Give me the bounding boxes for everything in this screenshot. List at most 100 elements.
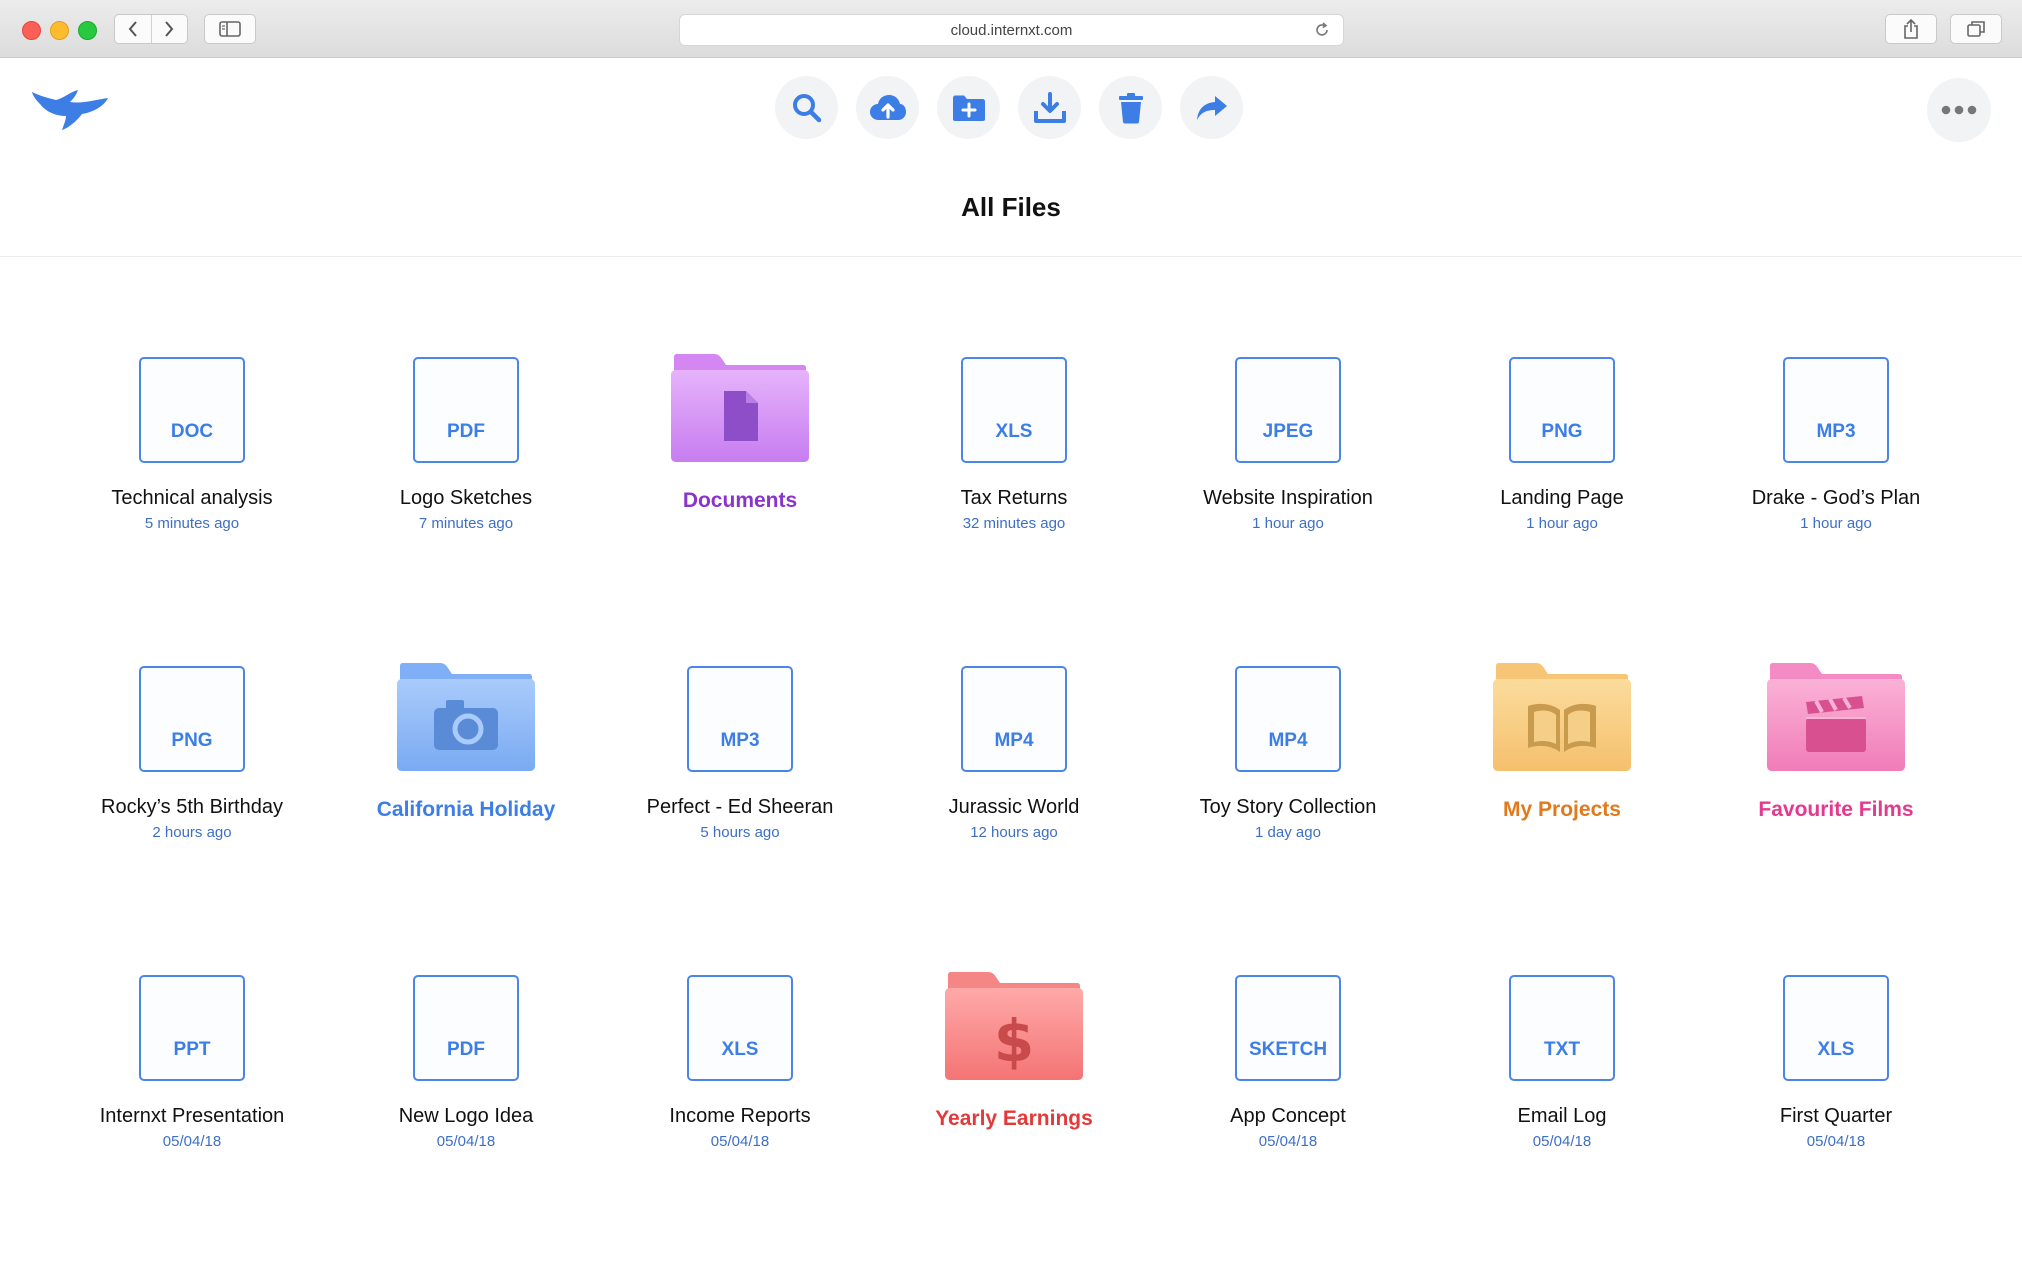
file-name: Tax Returns bbox=[960, 487, 1068, 509]
file-item[interactable]: PNG Rocky’s 5th Birthday 2 hours ago bbox=[55, 654, 329, 963]
file-item[interactable]: XLS Income Reports 05/04/18 bbox=[603, 963, 877, 1272]
item-icon-area bbox=[640, 345, 840, 463]
file-modified-time: 32 minutes ago bbox=[962, 515, 1066, 532]
file-extension: MP3 bbox=[1816, 421, 1856, 442]
file-name: Technical analysis bbox=[111, 487, 273, 509]
folder-icon bbox=[1492, 662, 1632, 772]
file-icon: PNG bbox=[1509, 357, 1615, 463]
file-item[interactable]: MP3 Drake - God’s Plan 1 hour ago bbox=[1699, 345, 1973, 654]
file-item[interactable]: MP4 Toy Story Collection 1 day ago bbox=[1151, 654, 1425, 963]
file-icon: XLS bbox=[687, 975, 793, 1081]
search-button[interactable] bbox=[775, 76, 838, 139]
dollar-icon: $ bbox=[994, 1007, 1034, 1075]
file-item[interactable]: PDF Logo Sketches 7 minutes ago bbox=[329, 345, 603, 654]
browser-share-button[interactable] bbox=[1885, 14, 1937, 44]
new-folder-button[interactable] bbox=[937, 76, 1000, 139]
folder-item[interactable]: My Projects bbox=[1425, 654, 1699, 963]
file-item[interactable]: PDF New Logo Idea 05/04/18 bbox=[329, 963, 603, 1272]
sidebar-icon bbox=[219, 21, 241, 37]
item-icon-area: PDF bbox=[366, 963, 566, 1081]
file-modified-time: 5 hours ago bbox=[700, 824, 780, 841]
file-modified-time: 05/04/18 bbox=[710, 1133, 770, 1150]
file-icon: MP3 bbox=[1783, 357, 1889, 463]
item-icon-area: PNG bbox=[92, 654, 292, 772]
sidebar-toggle-button[interactable] bbox=[204, 14, 256, 44]
file-name: Rocky’s 5th Birthday bbox=[101, 796, 283, 818]
file-item[interactable]: MP4 Jurassic World 12 hours ago bbox=[877, 654, 1151, 963]
file-name: Internxt Presentation bbox=[99, 1105, 285, 1127]
back-button[interactable] bbox=[115, 15, 151, 43]
item-icon-area: PNG bbox=[1462, 345, 1662, 463]
file-extension: MP3 bbox=[720, 730, 760, 751]
bird-logo-icon bbox=[32, 90, 108, 130]
file-icon: DOC bbox=[139, 357, 245, 463]
tab-overview-button[interactable] bbox=[1950, 14, 2002, 44]
file-modified-time: 05/04/18 bbox=[1532, 1133, 1592, 1150]
folder-name: Yearly Earnings bbox=[935, 1107, 1093, 1130]
file-name: Perfect - Ed Sheeran bbox=[646, 796, 834, 818]
file-item[interactable]: XLS Tax Returns 32 minutes ago bbox=[877, 345, 1151, 654]
file-extension: SKETCH bbox=[1248, 1039, 1328, 1060]
file-item[interactable]: JPEG Website Inspiration 1 hour ago bbox=[1151, 345, 1425, 654]
item-icon-area bbox=[1462, 654, 1662, 772]
item-icon-area: XLS bbox=[1736, 963, 1936, 1081]
folder-plus-icon bbox=[952, 95, 985, 121]
folder-item[interactable]: Favourite Films bbox=[1699, 654, 1973, 963]
cloud-upload-icon bbox=[869, 94, 906, 120]
file-name: Landing Page bbox=[1500, 487, 1624, 509]
minimize-window-button[interactable] bbox=[50, 21, 69, 40]
history-nav bbox=[114, 14, 188, 44]
item-icon-area bbox=[366, 654, 566, 772]
more-options-button[interactable] bbox=[1927, 78, 1991, 142]
forward-button[interactable] bbox=[150, 15, 188, 43]
file-modified-time: 1 day ago bbox=[1255, 824, 1321, 841]
chevron-right-icon bbox=[165, 21, 174, 37]
file-extension: MP4 bbox=[994, 730, 1034, 751]
file-modified-time: 1 hour ago bbox=[1800, 515, 1872, 532]
download-icon bbox=[1033, 91, 1066, 123]
maximize-window-button[interactable] bbox=[78, 21, 97, 40]
file-icon: PDF bbox=[413, 975, 519, 1081]
close-window-button[interactable] bbox=[22, 21, 41, 40]
action-toolbar bbox=[775, 76, 1243, 139]
file-icon: PDF bbox=[413, 357, 519, 463]
folder-item[interactable]: $ Yearly Earnings bbox=[877, 963, 1151, 1272]
tabs-icon bbox=[1967, 21, 1985, 37]
item-icon-area: DOC bbox=[92, 345, 292, 463]
item-icon-area: PPT bbox=[92, 963, 292, 1081]
folder-item[interactable]: California Holiday bbox=[329, 654, 603, 963]
address-bar[interactable]: cloud.internxt.com bbox=[679, 14, 1344, 46]
file-item[interactable]: TXT Email Log 05/04/18 bbox=[1425, 963, 1699, 1272]
share-button[interactable] bbox=[1180, 76, 1243, 139]
internxt-logo[interactable] bbox=[30, 86, 110, 135]
file-item[interactable]: SKETCH App Concept 05/04/18 bbox=[1151, 963, 1425, 1272]
file-modified-time: 1 hour ago bbox=[1526, 515, 1598, 532]
file-modified-time: 5 minutes ago bbox=[144, 515, 240, 532]
folder-item[interactable]: Documents bbox=[603, 345, 877, 654]
item-icon-area: JPEG bbox=[1188, 345, 1388, 463]
folder-icon bbox=[1766, 662, 1906, 772]
file-modified-time: 05/04/18 bbox=[1258, 1133, 1318, 1150]
file-extension: PDF bbox=[447, 421, 485, 442]
file-icon: MP3 bbox=[687, 666, 793, 772]
file-modified-time: 05/04/18 bbox=[436, 1133, 496, 1150]
upload-button[interactable] bbox=[856, 76, 919, 139]
file-item[interactable]: MP3 Perfect - Ed Sheeran 5 hours ago bbox=[603, 654, 877, 963]
file-item[interactable]: PPT Internxt Presentation 05/04/18 bbox=[55, 963, 329, 1272]
more-dots-icon bbox=[1941, 105, 1977, 115]
item-icon-area: SKETCH bbox=[1188, 963, 1388, 1081]
file-extension: XLS bbox=[995, 421, 1033, 442]
item-icon-area bbox=[1736, 654, 1936, 772]
file-item[interactable]: PNG Landing Page 1 hour ago bbox=[1425, 345, 1699, 654]
file-icon: JPEG bbox=[1235, 357, 1341, 463]
delete-button[interactable] bbox=[1099, 76, 1162, 139]
svg-text:$: $ bbox=[994, 1007, 1034, 1075]
file-item[interactable]: XLS First Quarter 05/04/18 bbox=[1699, 963, 1973, 1272]
file-icon: XLS bbox=[961, 357, 1067, 463]
file-item[interactable]: DOC Technical analysis 5 minutes ago bbox=[55, 345, 329, 654]
folder-name: My Projects bbox=[1503, 798, 1621, 821]
file-name: Toy Story Collection bbox=[1199, 796, 1377, 818]
item-icon-area: MP4 bbox=[1188, 654, 1388, 772]
download-button[interactable] bbox=[1018, 76, 1081, 139]
reload-icon[interactable] bbox=[1313, 21, 1331, 39]
